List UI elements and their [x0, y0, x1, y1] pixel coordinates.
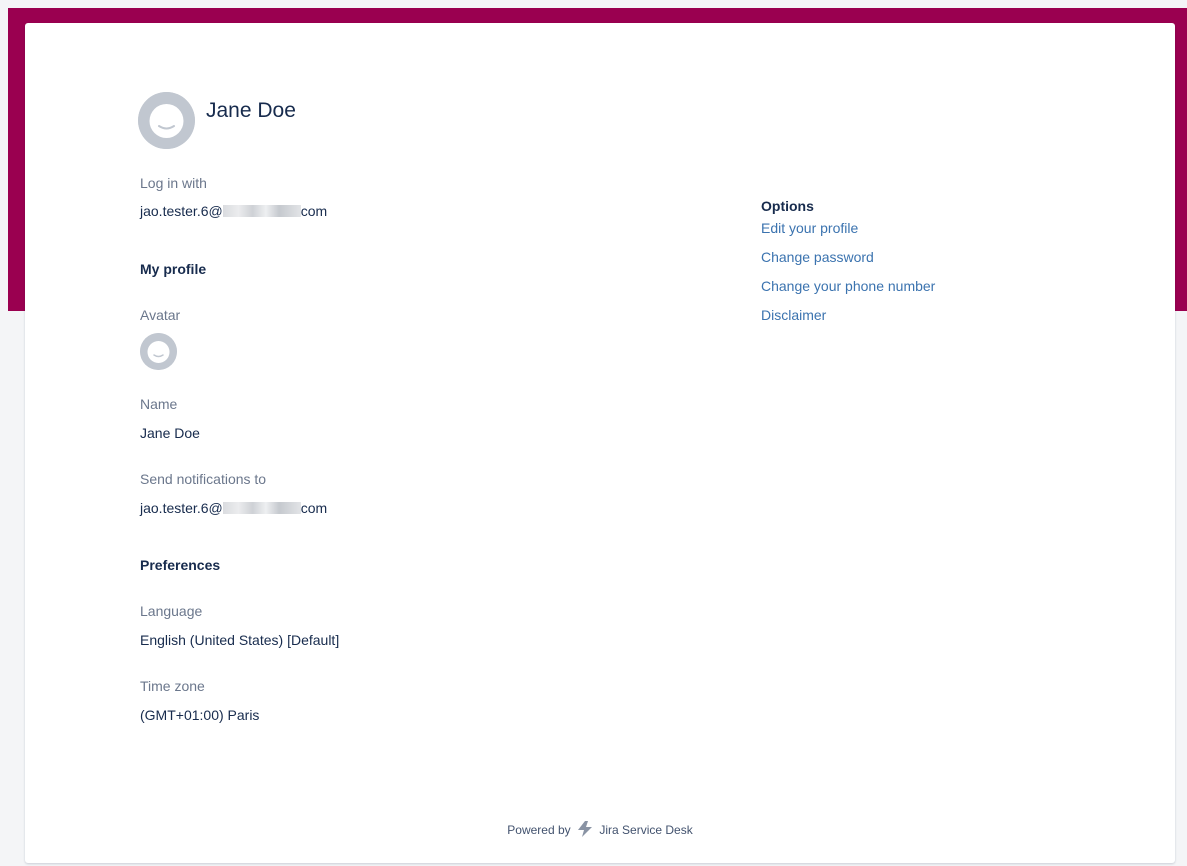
profile-card: Jane Doe Log in with jao.tester.6@ com My… — [25, 23, 1175, 863]
profile-avatar — [138, 92, 195, 149]
edit-profile-link[interactable]: Edit your profile — [761, 220, 858, 236]
language-value: English (United States) [Default] — [140, 632, 340, 648]
powered-by-footer: Powered by Jira Service Desk — [25, 821, 1175, 837]
default-avatar-icon — [138, 92, 195, 149]
name-label: Name — [140, 396, 178, 412]
powered-by-text: Powered by — [507, 823, 571, 837]
notifications-email: jao.tester.6@ com — [140, 500, 327, 516]
redacted-domain — [222, 205, 301, 217]
jira-service-desk-logo-icon — [578, 821, 592, 837]
timezone-value: (GMT+01:00) Paris — [140, 707, 260, 723]
my-profile-heading: My profile — [140, 261, 207, 277]
change-phone-number-link[interactable]: Change your phone number — [761, 278, 935, 294]
change-password-link[interactable]: Change password — [761, 249, 874, 265]
default-avatar-icon — [140, 333, 177, 370]
avatar-label: Avatar — [140, 307, 181, 323]
redacted-domain — [222, 502, 301, 514]
login-label: Log in with — [140, 175, 207, 191]
jira-service-desk-link[interactable]: Jira Service Desk — [599, 823, 692, 837]
profile-name: Jane Doe — [206, 99, 296, 122]
notifications-email-prefix: jao.tester.6@ — [140, 500, 223, 516]
options-heading: Options — [761, 198, 814, 214]
preferences-heading: Preferences — [140, 557, 221, 573]
notifications-label: Send notifications to — [140, 471, 267, 487]
disclaimer-link[interactable]: Disclaimer — [761, 307, 826, 323]
login-email-prefix: jao.tester.6@ — [140, 203, 223, 219]
notifications-email-suffix: com — [300, 500, 328, 516]
small-avatar[interactable] — [140, 333, 177, 370]
timezone-label: Time zone — [140, 678, 205, 694]
login-email-suffix: com — [300, 203, 328, 219]
language-label: Language — [140, 603, 203, 619]
login-email: jao.tester.6@ com — [140, 203, 327, 219]
name-value: Jane Doe — [140, 425, 200, 441]
